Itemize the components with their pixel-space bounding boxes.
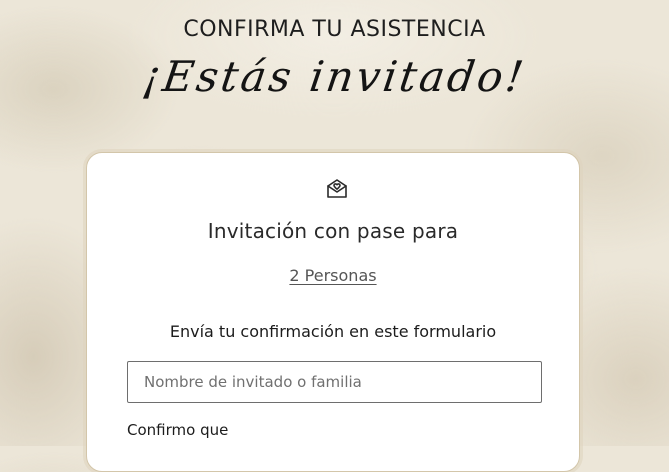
invitation-script-title: ¡Estás invitado! bbox=[139, 52, 530, 101]
invitation-pass-title: Invitación con pase para bbox=[207, 219, 459, 243]
rsvp-card: Invitación con pase para 2 Personas Enví… bbox=[86, 152, 580, 472]
rsvp-heading: CONFIRMA TU ASISTENCIA bbox=[183, 17, 486, 42]
confirm-label: Confirmo que bbox=[127, 421, 229, 439]
mail-heart-icon bbox=[325, 177, 349, 201]
form-instruction: Envía tu confirmación en este formulario bbox=[169, 322, 497, 341]
guest-count-link[interactable]: 2 Personas bbox=[87, 266, 579, 285]
guest-name-input[interactable] bbox=[127, 361, 542, 403]
